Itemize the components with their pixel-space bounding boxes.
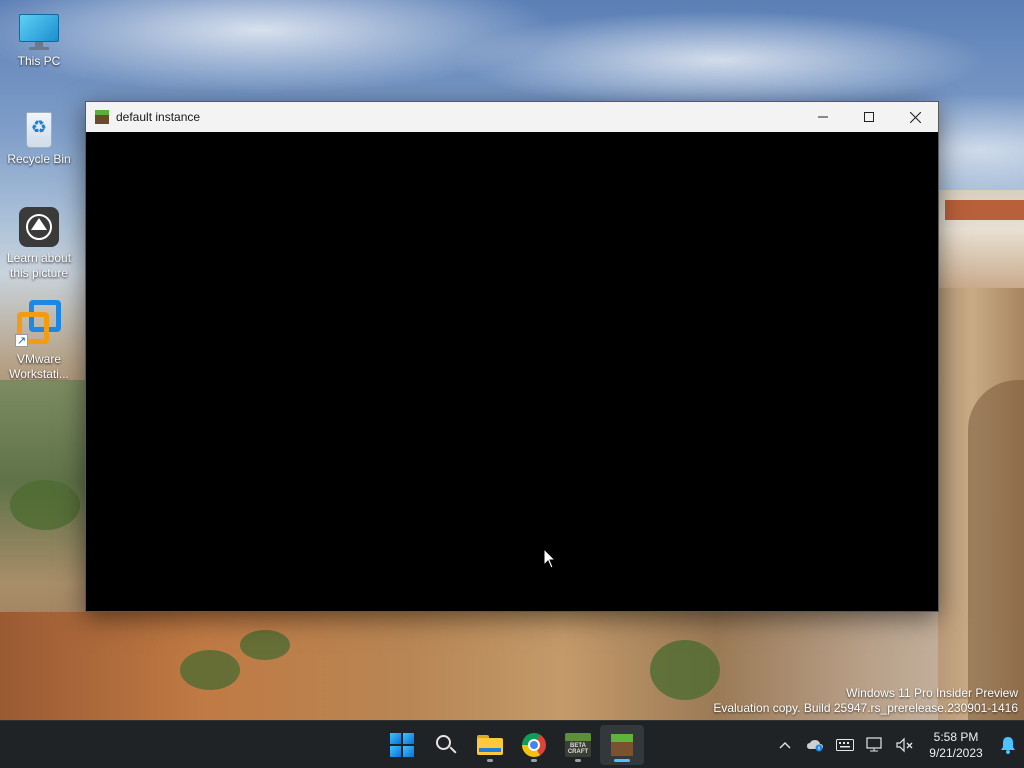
taskbar-clock[interactable]: 5:58 PM 9/21/2023 [920, 729, 992, 761]
taskbar-apps: BETA CRAFT [380, 721, 644, 768]
wallpaper-vegetation [180, 650, 240, 690]
mouse-cursor-icon [543, 548, 557, 569]
desktop-icon-label: Learn about this picture [6, 251, 72, 280]
desktop-icon-label: Recycle Bin [7, 152, 71, 166]
close-button[interactable] [892, 102, 938, 132]
volume-muted-icon [896, 737, 913, 753]
wallpaper-town-roof [945, 200, 1024, 220]
vmware-workstation-icon: ↗ [15, 300, 63, 348]
active-indicator [614, 759, 630, 762]
folder-icon [477, 735, 503, 755]
notification-button[interactable] [992, 725, 1024, 765]
launcher-icon-text: BETA CRAFT [567, 743, 589, 755]
running-indicator [575, 759, 581, 762]
chrome-button[interactable] [512, 725, 556, 765]
wallpaper-arch [968, 380, 1024, 720]
shortcut-arrow-icon: ↗ [15, 334, 28, 347]
search-button[interactable] [424, 725, 468, 765]
search-icon [436, 735, 457, 755]
maximize-button[interactable] [846, 102, 892, 132]
learn-about-picture-icon [19, 207, 59, 247]
minecraft-launcher-icon: BETA CRAFT [565, 733, 591, 757]
minecraft-launcher-button[interactable]: BETA CRAFT [556, 725, 600, 765]
wallpaper-vegetation [10, 480, 80, 530]
onedrive-button[interactable] [800, 725, 830, 765]
watermark-line-1: Windows 11 Pro Insider Preview [846, 686, 1018, 700]
this-pc-icon [18, 12, 60, 50]
chrome-icon [522, 733, 546, 757]
show-hidden-icons-button[interactable] [770, 725, 800, 765]
windows-start-icon [390, 733, 414, 757]
desktop-icon-label: VMware Workstati... [9, 352, 69, 381]
desktop-icon-learn-about-picture[interactable]: Learn about this picture [4, 207, 74, 281]
minimize-icon [818, 116, 828, 118]
file-explorer-button[interactable] [468, 725, 512, 765]
windows-evaluation-watermark: Windows 11 Pro Insider Preview Evaluatio… [713, 686, 1018, 716]
wallpaper-vegetation [240, 630, 290, 660]
minecraft-grass-block-icon [95, 110, 109, 124]
onedrive-icon [807, 740, 823, 752]
minecraft-grass-block-icon [611, 734, 633, 756]
watermark-line-2: Evaluation copy. Build 25947.rs_prerelea… [713, 701, 1018, 715]
clock-date: 9/21/2023 [929, 746, 983, 760]
desktop-icon-this-pc[interactable]: This PC [4, 12, 74, 69]
maximize-icon [864, 112, 874, 122]
system-tray: 5:58 PM 9/21/2023 [770, 721, 1024, 768]
running-indicator [531, 759, 537, 762]
minecraft-button[interactable] [600, 725, 644, 765]
minimize-button[interactable] [800, 102, 846, 132]
desktop-icon-vmware-workstation[interactable]: ↗ VMware Workstati... [4, 300, 74, 382]
start-button[interactable] [380, 725, 424, 765]
running-indicator [487, 759, 493, 762]
window-controls [800, 102, 938, 132]
volume-button[interactable] [890, 725, 920, 765]
recycle-bin-icon: ♻ [22, 108, 56, 148]
desktop-icon-label: This PC [17, 54, 61, 68]
wallpaper-vegetation [650, 640, 720, 700]
desktop-icon-recycle-bin[interactable]: ♻ Recycle Bin [4, 108, 74, 167]
chevron-up-icon [779, 742, 791, 749]
keyboard-button[interactable] [830, 725, 860, 765]
window-content-black[interactable] [86, 132, 938, 611]
taskbar: BETA CRAFT 5:58 PM 9/21/2023 [0, 720, 1024, 768]
bell-icon [1001, 737, 1015, 754]
clock-time: 5:58 PM [933, 730, 979, 744]
app-window[interactable]: default instance [85, 101, 939, 612]
network-button[interactable] [860, 725, 890, 765]
network-icon [866, 737, 882, 752]
window-title: default instance [116, 110, 201, 124]
window-titlebar[interactable]: default instance [86, 102, 938, 132]
close-icon [909, 111, 921, 123]
keyboard-icon [836, 739, 854, 751]
